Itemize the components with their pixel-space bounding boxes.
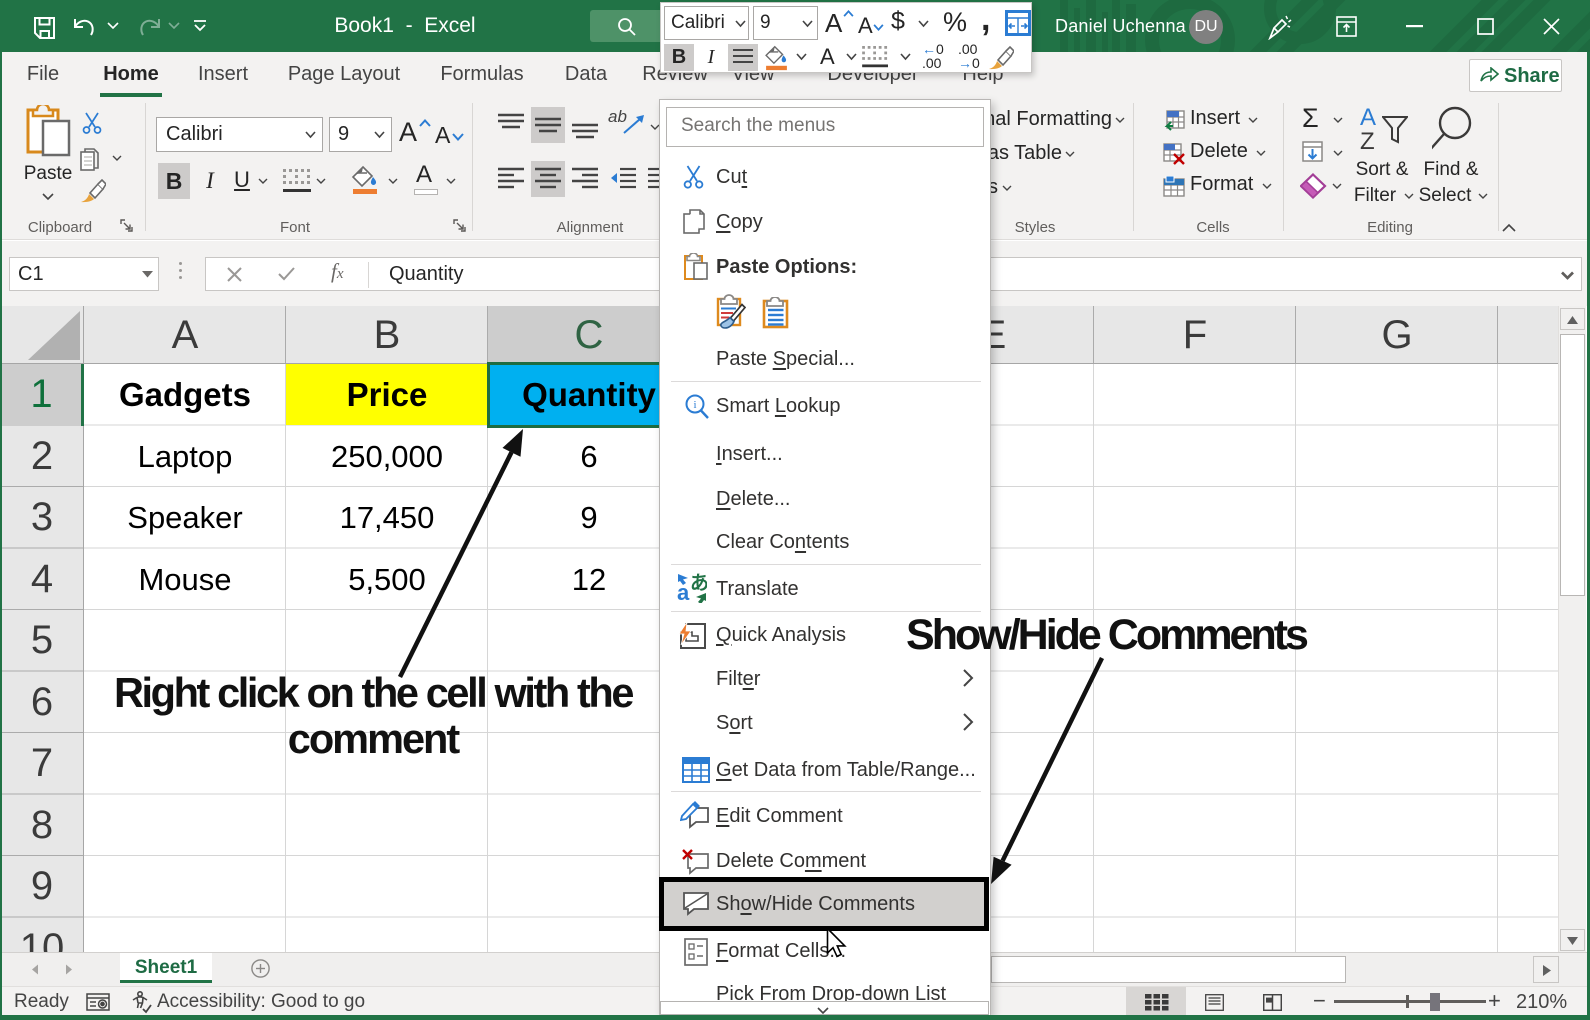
- svg-text:あ: あ: [690, 573, 707, 594]
- svg-text:i: i: [693, 399, 696, 411]
- svg-text:a: a: [677, 580, 690, 603]
